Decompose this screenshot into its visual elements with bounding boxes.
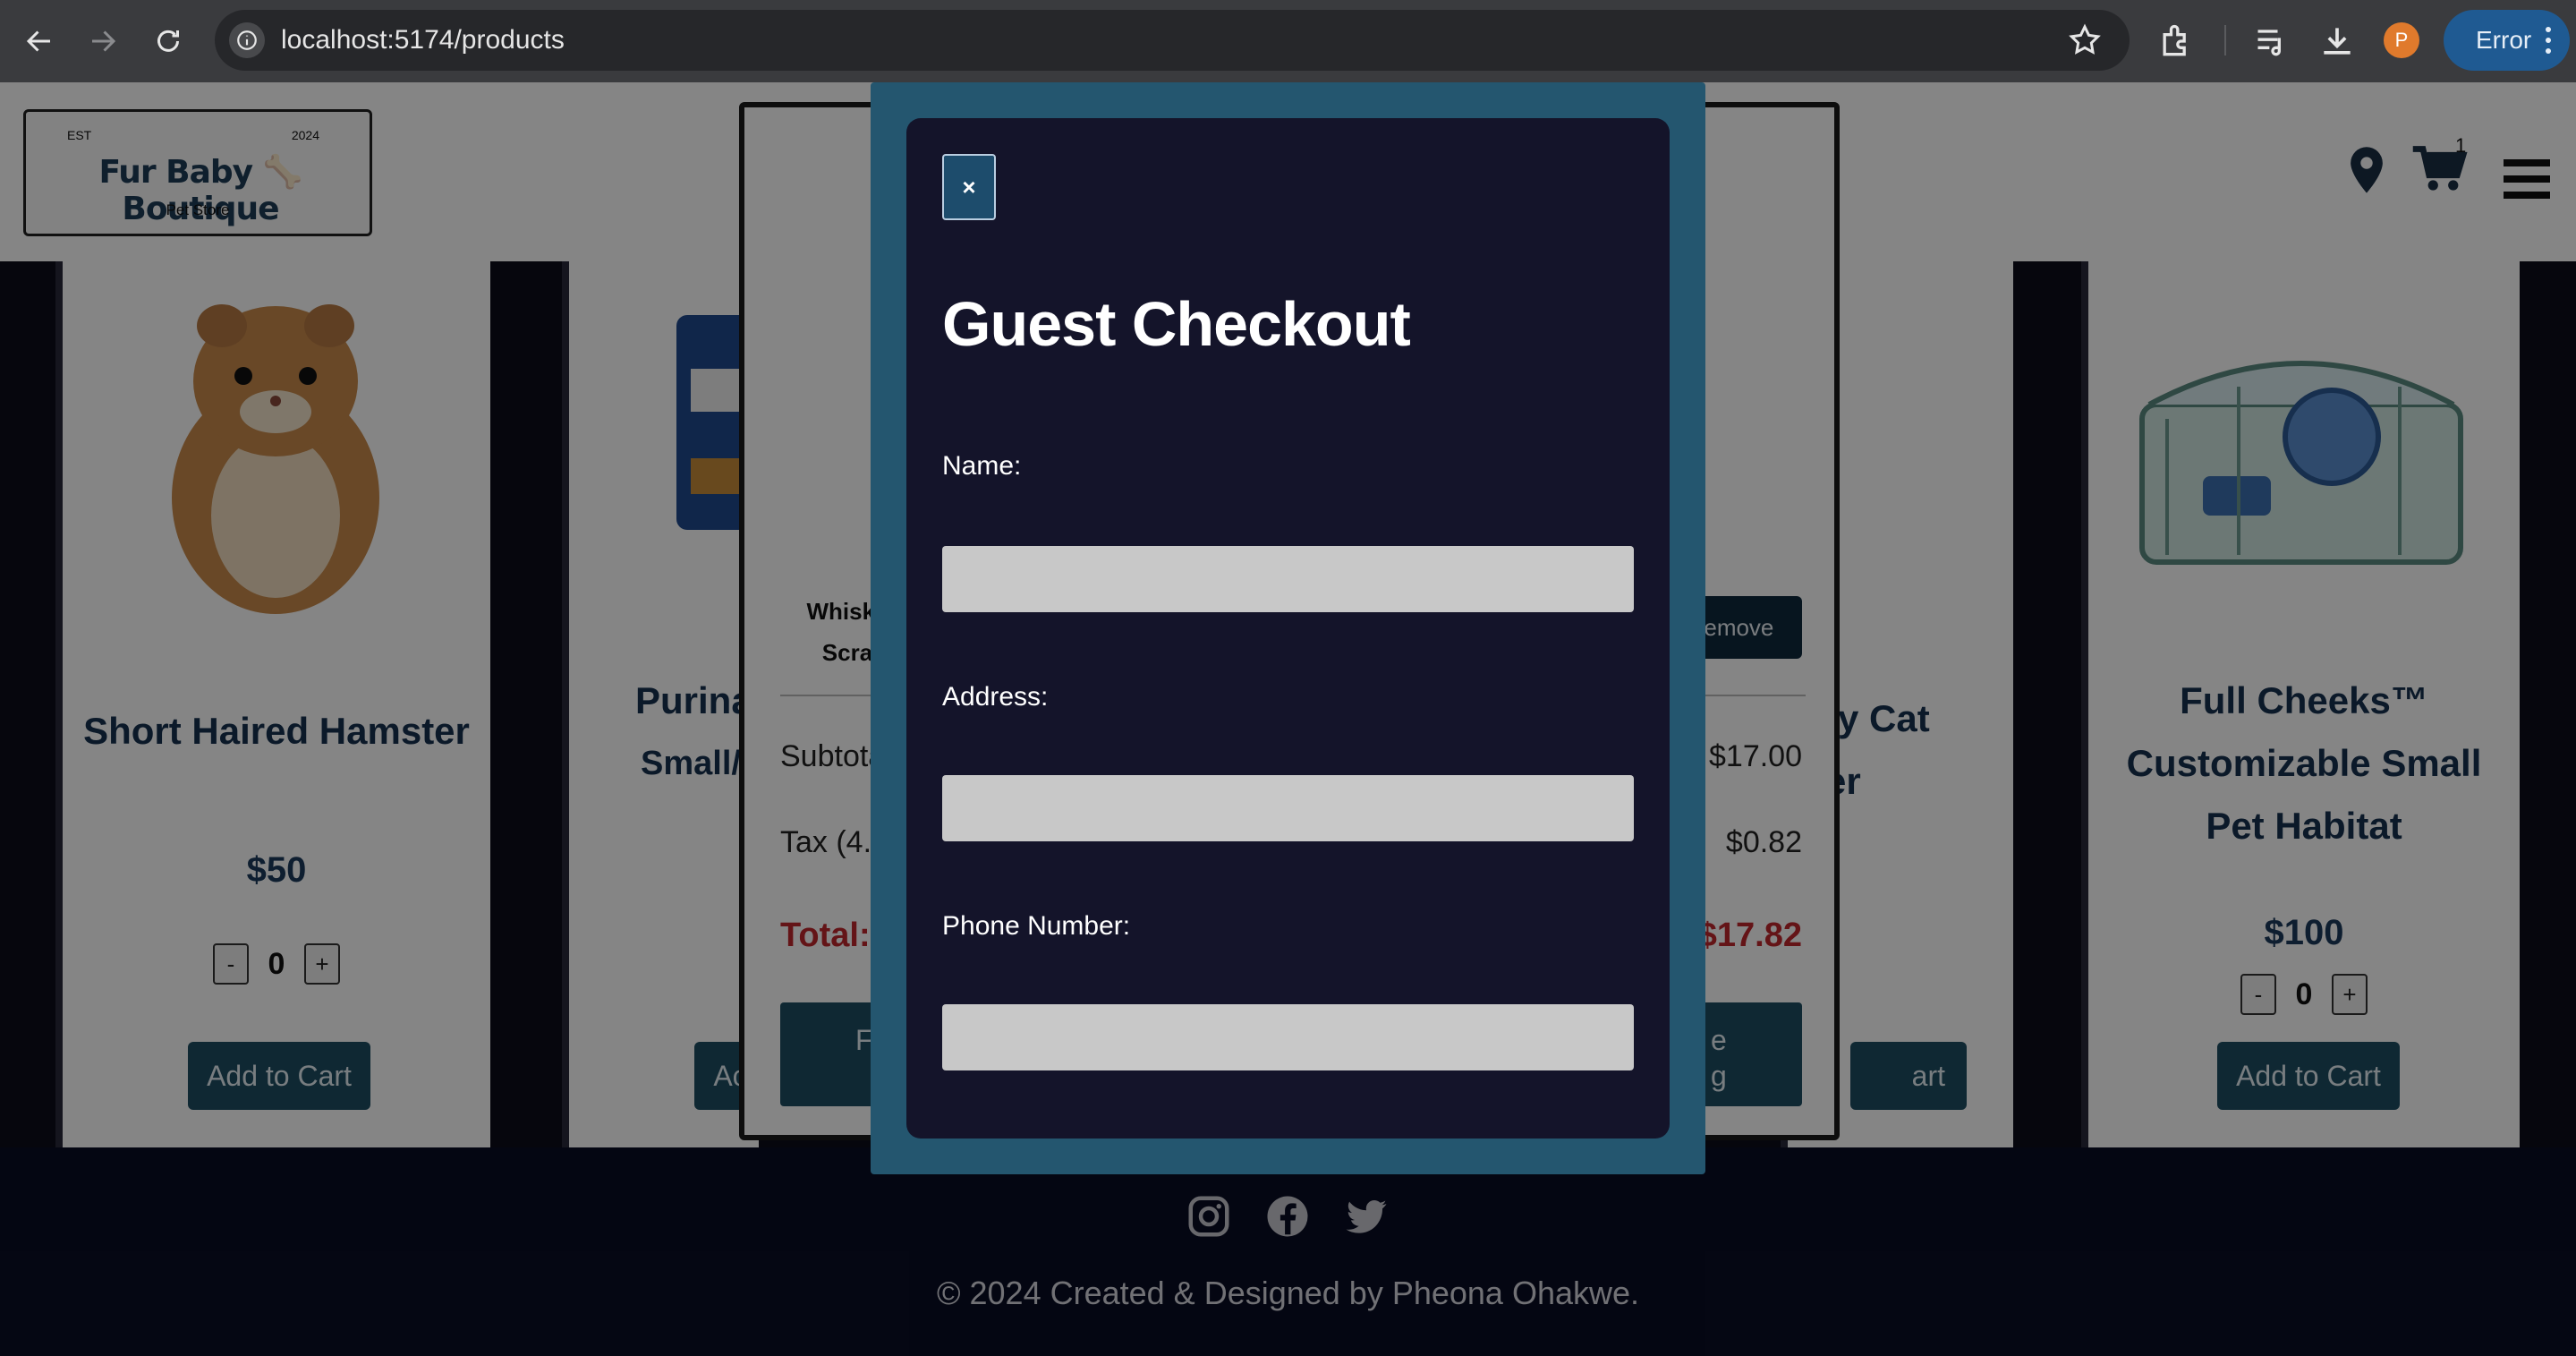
bookmark-star-icon[interactable] [2067,22,2103,58]
name-input[interactable] [942,546,1634,612]
address-label: Address: [942,682,1049,712]
reload-icon [157,30,179,52]
checkout-modal-content: × Guest Checkout Name: Address: Phone Nu… [906,118,1670,1139]
site-info-icon[interactable] [229,22,265,58]
error-label: Error [2476,26,2532,54]
download-icon[interactable] [2317,21,2357,61]
address-input[interactable] [942,775,1634,841]
arrow-left-icon [26,30,50,52]
error-button[interactable]: Error [2444,10,2570,71]
close-button[interactable]: × [942,154,996,220]
arrow-right-icon [92,30,116,52]
media-control-icon[interactable] [2253,21,2292,61]
forward-button[interactable] [83,21,123,61]
name-label: Name: [942,451,1022,481]
profile-avatar[interactable]: P [2384,22,2419,58]
phone-number-label: Phone Number: [942,911,1131,941]
checkout-title: Guest Checkout [942,289,1411,359]
address-bar[interactable]: localhost:5174/products [215,10,2130,71]
reload-button[interactable] [149,21,188,61]
toolbar-divider [2224,25,2226,55]
url-text: localhost:5174/products [281,25,565,55]
extensions-icon[interactable] [2156,21,2196,61]
browser-toolbar: localhost:5174/products P Error [0,0,2576,82]
checkout-modal: × Guest Checkout Name: Address: Phone Nu… [871,82,1705,1174]
phone-number-input[interactable] [942,1004,1634,1070]
menu-dots-icon [2546,27,2551,54]
back-button[interactable] [20,21,59,61]
